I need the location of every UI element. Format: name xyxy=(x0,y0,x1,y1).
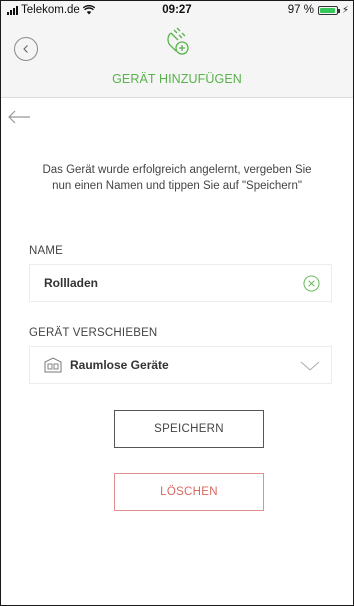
save-button[interactable]: SPEICHERN xyxy=(114,410,264,448)
main-content: Das Gerät wurde erfolgreich angelernt, v… xyxy=(1,98,353,605)
battery-icon xyxy=(317,5,340,15)
chevron-down-icon[interactable] xyxy=(300,361,320,371)
header: GERÄT HINZUFÜGEN xyxy=(1,21,353,98)
back-button[interactable] xyxy=(14,37,38,61)
room-select-value: Raumlose Geräte xyxy=(70,358,169,372)
move-device-label: GERÄT VERSCHIEBEN xyxy=(29,327,158,339)
app-frame: Telekom.de 09:27 97 % ⚡ GERÄT HINZUFÜGEN… xyxy=(0,0,354,606)
name-value[interactable]: Rollladen xyxy=(44,276,98,290)
charging-icon: ⚡ xyxy=(341,4,349,16)
name-label: NAME xyxy=(29,245,64,257)
battery-percentage: 97 % xyxy=(287,4,314,16)
status-right: 97 % ⚡ xyxy=(288,4,349,16)
page-title: GERÄT HINZUFÜGEN xyxy=(112,72,242,86)
status-bar: Telekom.de 09:27 97 % ⚡ xyxy=(1,1,353,21)
clear-circle-icon[interactable] xyxy=(303,275,320,292)
chevron-left-circle-icon xyxy=(23,45,28,53)
delete-button[interactable]: LÖSCHEN xyxy=(114,473,264,511)
instruction-text: Das Gerät wurde erfolgreich angelernt, v… xyxy=(42,164,312,192)
name-field[interactable]: Rollladen xyxy=(29,264,332,302)
room-select[interactable]: Raumlose Geräte xyxy=(29,346,332,384)
room-icon xyxy=(44,357,62,373)
back-arrow-icon[interactable] xyxy=(7,110,31,124)
plug-add-icon xyxy=(167,27,189,55)
battery-fill xyxy=(319,7,336,13)
